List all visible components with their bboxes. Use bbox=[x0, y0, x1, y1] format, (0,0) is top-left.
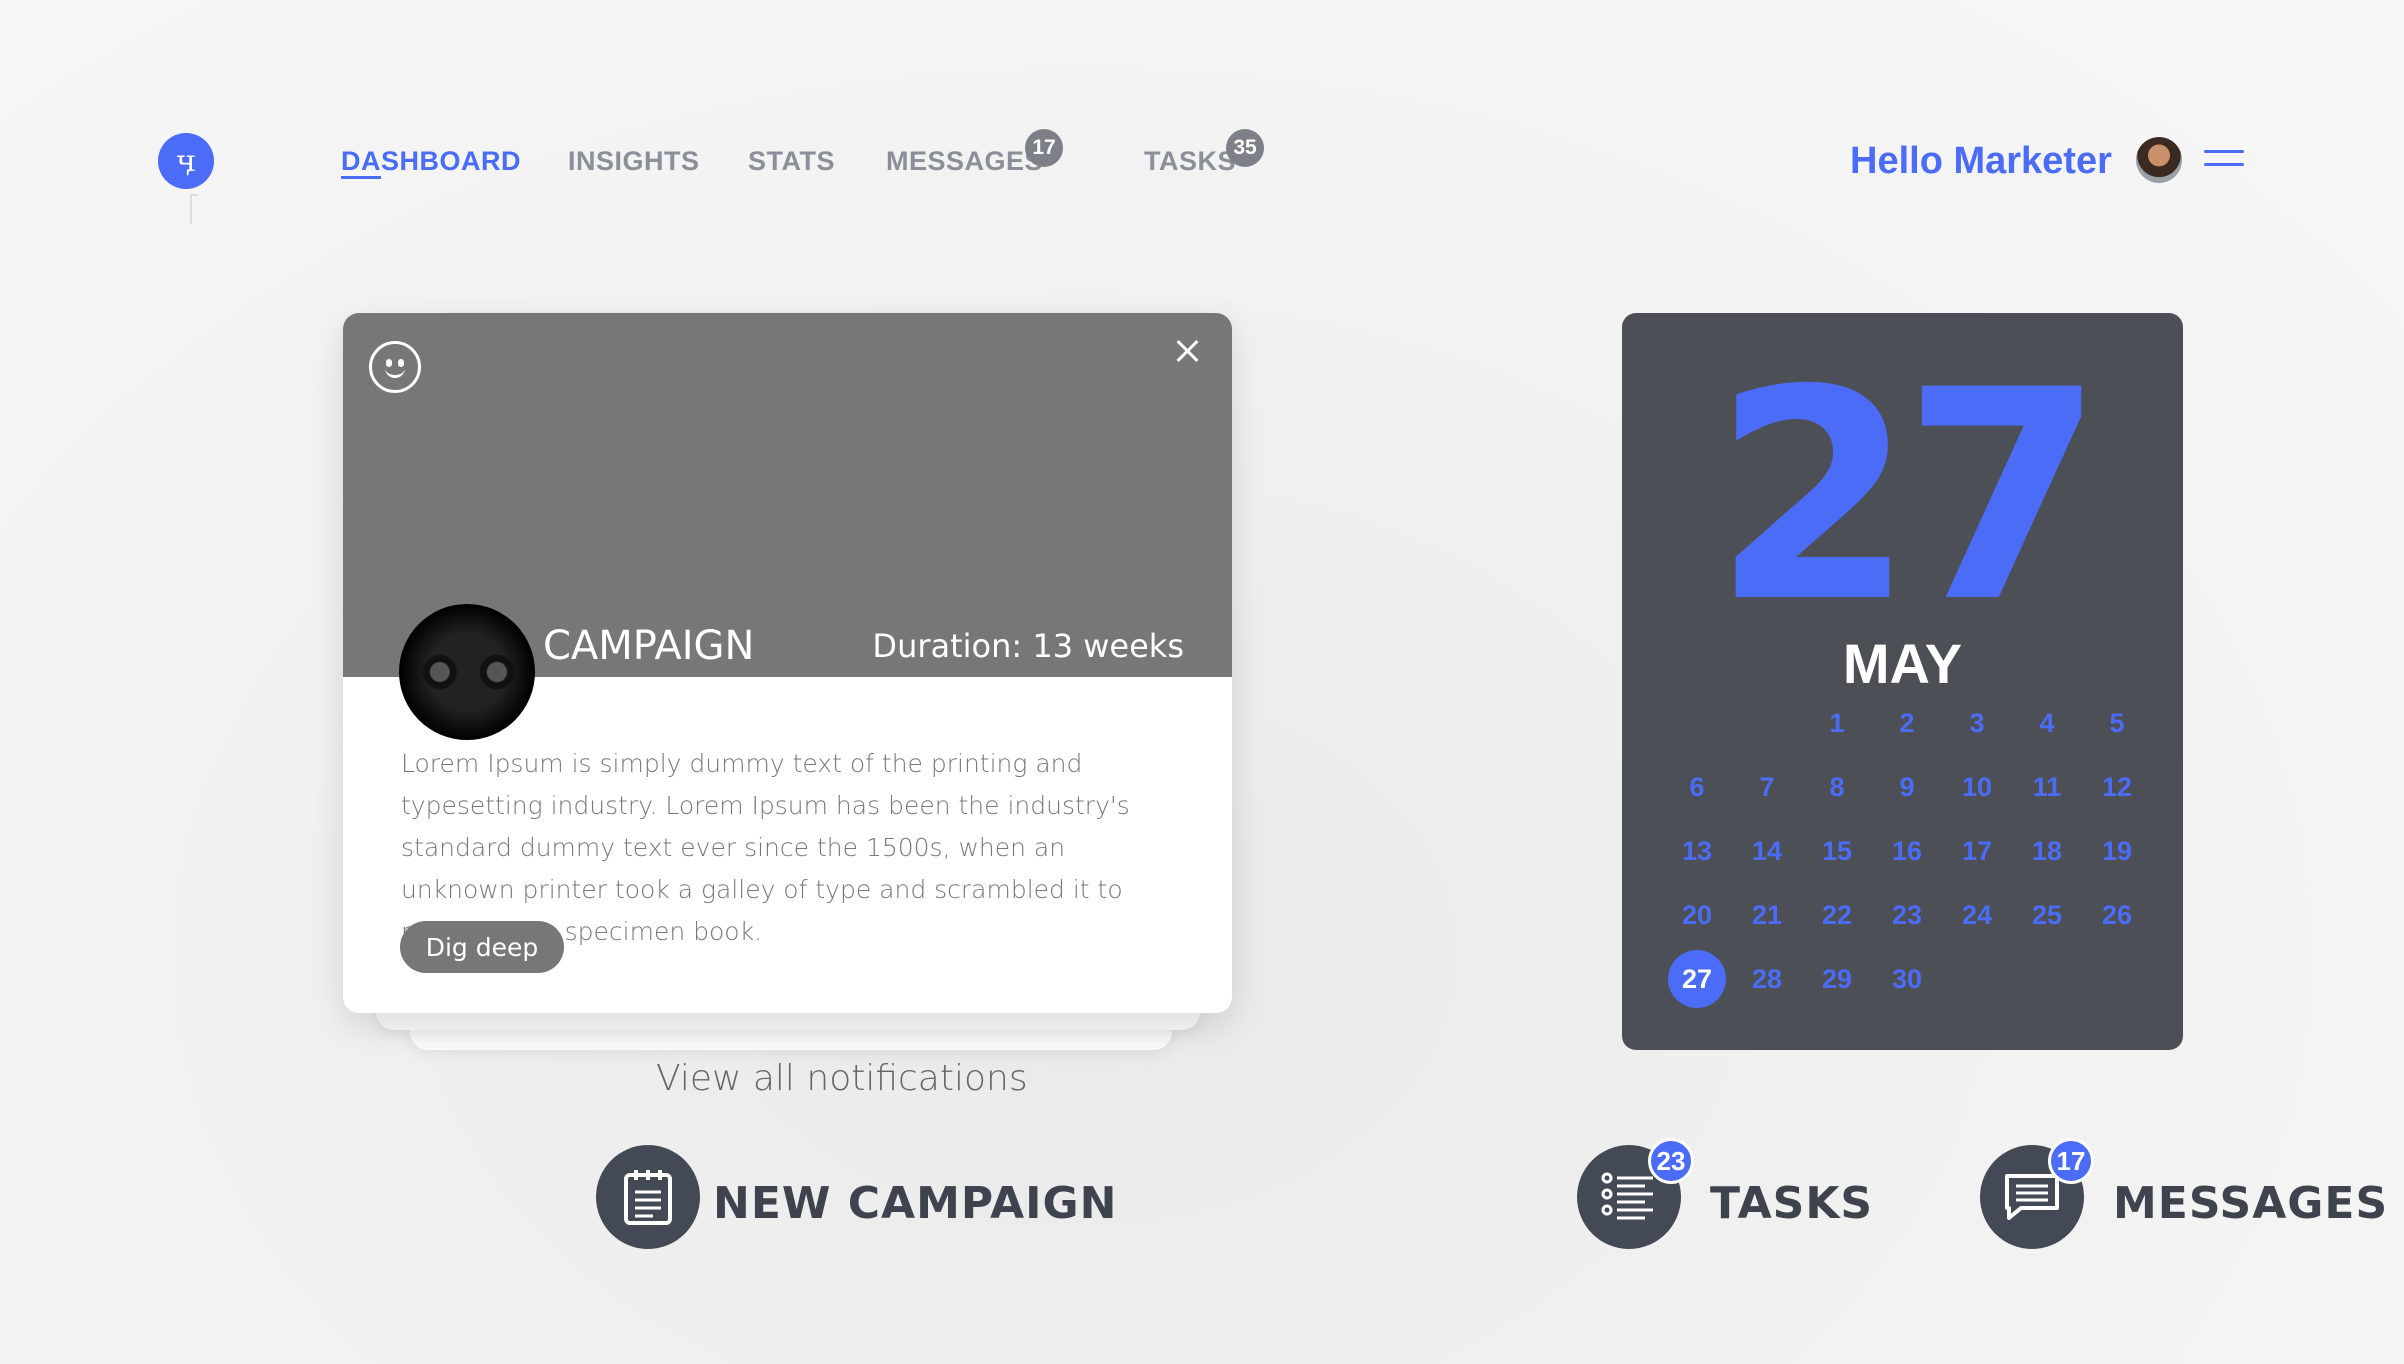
card-title: CAMPAIGN bbox=[543, 623, 755, 669]
calendar-day-number: 21 bbox=[1751, 899, 1783, 930]
calendar-day-number: 2 bbox=[1899, 707, 1915, 738]
calendar-day[interactable]: 4 bbox=[2012, 691, 2082, 755]
calendar-day-number: 16 bbox=[1891, 835, 1923, 866]
new-campaign-button[interactable] bbox=[596, 1145, 700, 1249]
calendar-day[interactable]: 8 bbox=[1802, 755, 1872, 819]
calendar-day-number: 19 bbox=[2101, 835, 2133, 866]
calendar-grid: 1 2 3 4 5 6 7 8 9 10 11 12 13 14 15 16 17 18 19 20 21 22 23 24 2… bbox=[1662, 691, 2152, 1011]
nav-messages[interactable]: MESSAGES bbox=[886, 146, 1043, 177]
messages-count-badge: 17 bbox=[2048, 1138, 2094, 1184]
calendar-day-number: 8 bbox=[1829, 771, 1845, 802]
calendar-day[interactable]: 16 bbox=[1872, 819, 1942, 883]
card-duration: Duration: 13 weeks bbox=[872, 627, 1184, 665]
calendar-day-number: 9 bbox=[1899, 771, 1915, 802]
calendar-day-number: 25 bbox=[2031, 899, 2063, 930]
calendar-day[interactable]: 19 bbox=[2082, 819, 2152, 883]
calendar-day[interactable]: 7 bbox=[1732, 755, 1802, 819]
calendar-day[interactable]: 9 bbox=[1872, 755, 1942, 819]
calendar-day-number: 26 bbox=[2101, 899, 2133, 930]
new-campaign-label[interactable]: NEW CAMPAIGN bbox=[713, 1178, 1117, 1229]
tasks-label[interactable]: TASKS bbox=[1710, 1178, 1873, 1229]
calendar-empty-cell bbox=[1732, 691, 1802, 755]
calendar-day[interactable]: 26 bbox=[2082, 883, 2152, 947]
hamburger-menu-icon[interactable] bbox=[2204, 150, 2244, 168]
calendar-day[interactable]: 15 bbox=[1802, 819, 1872, 883]
campaign-avatar bbox=[399, 604, 535, 740]
nav-insights[interactable]: INSIGHTS bbox=[568, 146, 700, 177]
calendar-day[interactable]: 14 bbox=[1732, 819, 1802, 883]
calendar-day-number: 10 bbox=[1961, 771, 1993, 802]
calendar-day[interactable]: 20 bbox=[1662, 883, 1732, 947]
calendar-day-number: 30 bbox=[1891, 963, 1923, 994]
calendar-day-selected[interactable]: 27 bbox=[1662, 947, 1732, 1011]
nav-dashboard[interactable]: DASHBOARD bbox=[341, 146, 521, 177]
logo[interactable]: ӌ bbox=[158, 133, 214, 189]
calendar-day[interactable]: 17 bbox=[1942, 819, 2012, 883]
chat-bubble-icon bbox=[2005, 1174, 2059, 1220]
dig-deep-button[interactable]: Dig deep bbox=[400, 921, 564, 973]
calendar-day[interactable]: 21 bbox=[1732, 883, 1802, 947]
calendar-day[interactable]: 29 bbox=[1802, 947, 1872, 1011]
calendar-day-number: 12 bbox=[2101, 771, 2133, 802]
calendar-day-number: 27 bbox=[1668, 950, 1726, 1008]
calendar-day-number: 3 bbox=[1969, 707, 1985, 738]
calendar-big-day: 27 bbox=[1712, 329, 2105, 666]
calendar-day-number: 6 bbox=[1689, 771, 1705, 802]
messages-label[interactable]: MESSAGES bbox=[2113, 1178, 2388, 1229]
calendar-day-number: 14 bbox=[1751, 835, 1783, 866]
smiley-icon[interactable] bbox=[369, 341, 421, 393]
calendar-day[interactable]: 30 bbox=[1872, 947, 1942, 1011]
calendar-day[interactable]: 12 bbox=[2082, 755, 2152, 819]
calendar-month: MAY bbox=[1842, 632, 1963, 695]
calendar-day-number: 28 bbox=[1751, 963, 1783, 994]
calendar-day[interactable]: 10 bbox=[1942, 755, 2012, 819]
nav-dashboard-rest: SHBOARD bbox=[381, 146, 522, 176]
calendar-day-number: 24 bbox=[1961, 899, 1993, 930]
calendar-day[interactable]: 22 bbox=[1802, 883, 1872, 947]
calendar-day[interactable]: 25 bbox=[2012, 883, 2082, 947]
nav-tasks-badge: 35 bbox=[1226, 129, 1264, 167]
calendar-day-number: 5 bbox=[2109, 707, 2125, 738]
calendar-day-number: 17 bbox=[1961, 835, 1993, 866]
nav-tasks[interactable]: TASKS bbox=[1144, 146, 1236, 177]
calendar-day[interactable]: 5 bbox=[2082, 691, 2152, 755]
checklist-icon bbox=[1601, 1172, 1653, 1220]
calendar-day-number: 18 bbox=[2031, 835, 2063, 866]
calendar-day-number: 4 bbox=[2039, 707, 2055, 738]
greeting: Hello Marketer bbox=[1850, 140, 2112, 182]
calendar-day-number: 22 bbox=[1821, 899, 1853, 930]
calendar-day-number: 13 bbox=[1681, 835, 1713, 866]
calendar-day[interactable]: 28 bbox=[1732, 947, 1802, 1011]
calendar-day-number: 15 bbox=[1821, 835, 1853, 866]
calendar-day[interactable]: 23 bbox=[1872, 883, 1942, 947]
calendar-empty-cell bbox=[1662, 691, 1732, 755]
calendar-day-number: 7 bbox=[1759, 771, 1775, 802]
calendar-day-number: 29 bbox=[1821, 963, 1853, 994]
view-all-notifications-link[interactable]: View all notifications bbox=[656, 1058, 1028, 1099]
clipboard-icon bbox=[624, 1170, 672, 1225]
calendar-day[interactable]: 3 bbox=[1942, 691, 2012, 755]
calendar-day-number: 23 bbox=[1891, 899, 1923, 930]
calendar-day-number: 11 bbox=[2032, 771, 2062, 802]
calendar-day-number: 1 bbox=[1829, 707, 1845, 738]
tasks-count-badge: 23 bbox=[1648, 1138, 1694, 1184]
calendar-day[interactable]: 6 bbox=[1662, 755, 1732, 819]
calendar-day[interactable]: 18 bbox=[2012, 819, 2082, 883]
calendar-day[interactable]: 2 bbox=[1872, 691, 1942, 755]
calendar-day[interactable]: 13 bbox=[1662, 819, 1732, 883]
nav-messages-badge: 17 bbox=[1025, 129, 1063, 167]
user-avatar[interactable] bbox=[2136, 137, 2182, 183]
logo-glyph: ӌ bbox=[176, 143, 196, 179]
logo-decoration bbox=[190, 194, 198, 224]
calendar-day[interactable]: 1 bbox=[1802, 691, 1872, 755]
nav-dashboard-underlined: DA bbox=[341, 146, 381, 176]
nav-stats[interactable]: STATS bbox=[748, 146, 835, 177]
calendar-day[interactable]: 24 bbox=[1942, 883, 2012, 947]
calendar-day-number: 20 bbox=[1681, 899, 1713, 930]
calendar-day[interactable]: 11 bbox=[2012, 755, 2082, 819]
close-icon[interactable] bbox=[1174, 337, 1202, 365]
calendar-widget: 27 MAY 1 2 3 4 5 6 7 8 9 10 11 12 13 14 15 16 17 18 19 20 21… bbox=[1622, 313, 2183, 1050]
campaign-card: CAMPAIGN Duration: 13 weeks Lorem Ipsum … bbox=[343, 313, 1232, 1013]
